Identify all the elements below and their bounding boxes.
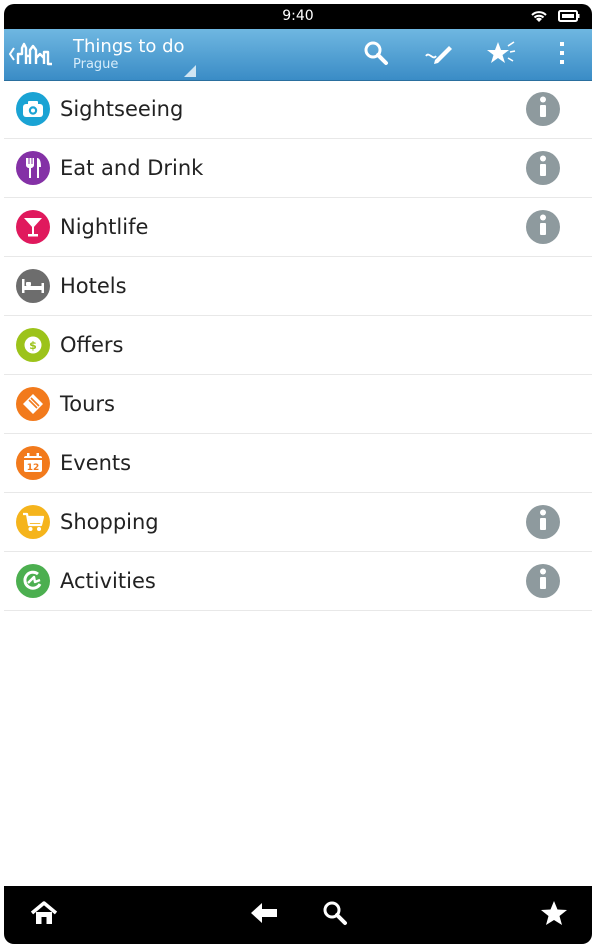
list-item-label: Tours bbox=[60, 392, 115, 416]
search-button[interactable] bbox=[359, 39, 393, 71]
info-button[interactable] bbox=[526, 92, 560, 126]
info-icon bbox=[538, 96, 548, 122]
bed-icon bbox=[16, 269, 50, 303]
list-item-activities[interactable]: Activities bbox=[4, 552, 592, 611]
edit-button[interactable] bbox=[422, 39, 456, 71]
star-icon bbox=[486, 40, 516, 70]
list-item-label: Offers bbox=[60, 333, 124, 357]
page-title: Things to do bbox=[73, 36, 185, 57]
home-icon bbox=[29, 900, 59, 930]
city-skyline-icon bbox=[16, 40, 54, 70]
home-button[interactable] bbox=[24, 897, 64, 933]
dollar-coin-icon: $ bbox=[16, 328, 50, 362]
info-icon bbox=[538, 568, 548, 594]
list-item-eat-and-drink[interactable]: Eat and Drink bbox=[4, 139, 592, 198]
search-icon bbox=[363, 40, 389, 70]
calendar-icon: 12 bbox=[16, 446, 50, 480]
cutlery-icon bbox=[16, 151, 50, 185]
info-button[interactable] bbox=[526, 564, 560, 598]
list-item-offers[interactable]: $ Offers bbox=[4, 316, 592, 375]
calendar-day: 12 bbox=[27, 463, 40, 473]
overflow-menu-icon bbox=[559, 41, 565, 69]
info-icon bbox=[538, 214, 548, 240]
status-time: 9:40 bbox=[282, 8, 314, 24]
up-caret-icon bbox=[8, 46, 16, 65]
list-item-label: Sightseeing bbox=[60, 97, 184, 121]
nav-favorites-button[interactable] bbox=[534, 897, 574, 933]
info-icon bbox=[538, 509, 548, 535]
favorites-star-icon bbox=[540, 900, 568, 930]
back-icon bbox=[249, 901, 279, 929]
back-button[interactable] bbox=[244, 897, 284, 933]
info-button[interactable] bbox=[526, 505, 560, 539]
overflow-menu-button[interactable] bbox=[545, 39, 579, 71]
list-item-hotels[interactable]: Hotels bbox=[4, 257, 592, 316]
wifi-icon bbox=[530, 8, 548, 27]
list-item-label: Hotels bbox=[60, 274, 127, 298]
list-item-events[interactable]: 12 Events bbox=[4, 434, 592, 493]
list-item-label: Eat and Drink bbox=[60, 156, 204, 180]
search-icon bbox=[322, 900, 348, 930]
camera-icon bbox=[16, 92, 50, 126]
battery-icon bbox=[558, 8, 580, 27]
favorites-button[interactable] bbox=[484, 39, 518, 71]
page-subtitle: Prague bbox=[73, 57, 119, 72]
shopping-cart-icon bbox=[16, 505, 50, 539]
list-item-label: Events bbox=[60, 451, 132, 475]
list-item-tours[interactable]: Tours bbox=[4, 375, 592, 434]
list-item-label: Nightlife bbox=[60, 215, 149, 239]
cocktail-icon bbox=[16, 210, 50, 244]
list-item-label: Shopping bbox=[60, 510, 159, 534]
list-item-shopping[interactable]: Shopping bbox=[4, 493, 592, 552]
category-list: Sightseeing Eat and Drink Nightlife Hote… bbox=[4, 80, 592, 611]
status-icons bbox=[530, 8, 580, 27]
list-item-nightlife[interactable]: Nightlife bbox=[4, 198, 592, 257]
spinner-triangle-icon bbox=[184, 65, 196, 77]
svg-text:$: $ bbox=[29, 339, 37, 352]
device-screen: 9:40 Things to do Prague Sightseeing Eat… bbox=[4, 4, 592, 944]
info-icon bbox=[538, 155, 548, 181]
pencil-icon bbox=[423, 41, 455, 69]
list-item-sightseeing[interactable]: Sightseeing bbox=[4, 80, 592, 139]
info-button[interactable] bbox=[526, 210, 560, 244]
info-button[interactable] bbox=[526, 151, 560, 185]
ticket-icon bbox=[16, 387, 50, 421]
status-bar: 9:40 bbox=[4, 4, 592, 29]
system-nav-bar bbox=[4, 886, 592, 944]
app-home-up-button[interactable] bbox=[8, 38, 58, 72]
list-item-label: Activities bbox=[60, 569, 156, 593]
activity-icon bbox=[16, 564, 50, 598]
title-spinner[interactable]: Things to do Prague bbox=[73, 36, 185, 72]
nav-search-button[interactable] bbox=[315, 897, 355, 933]
action-bar: Things to do Prague bbox=[4, 29, 592, 81]
